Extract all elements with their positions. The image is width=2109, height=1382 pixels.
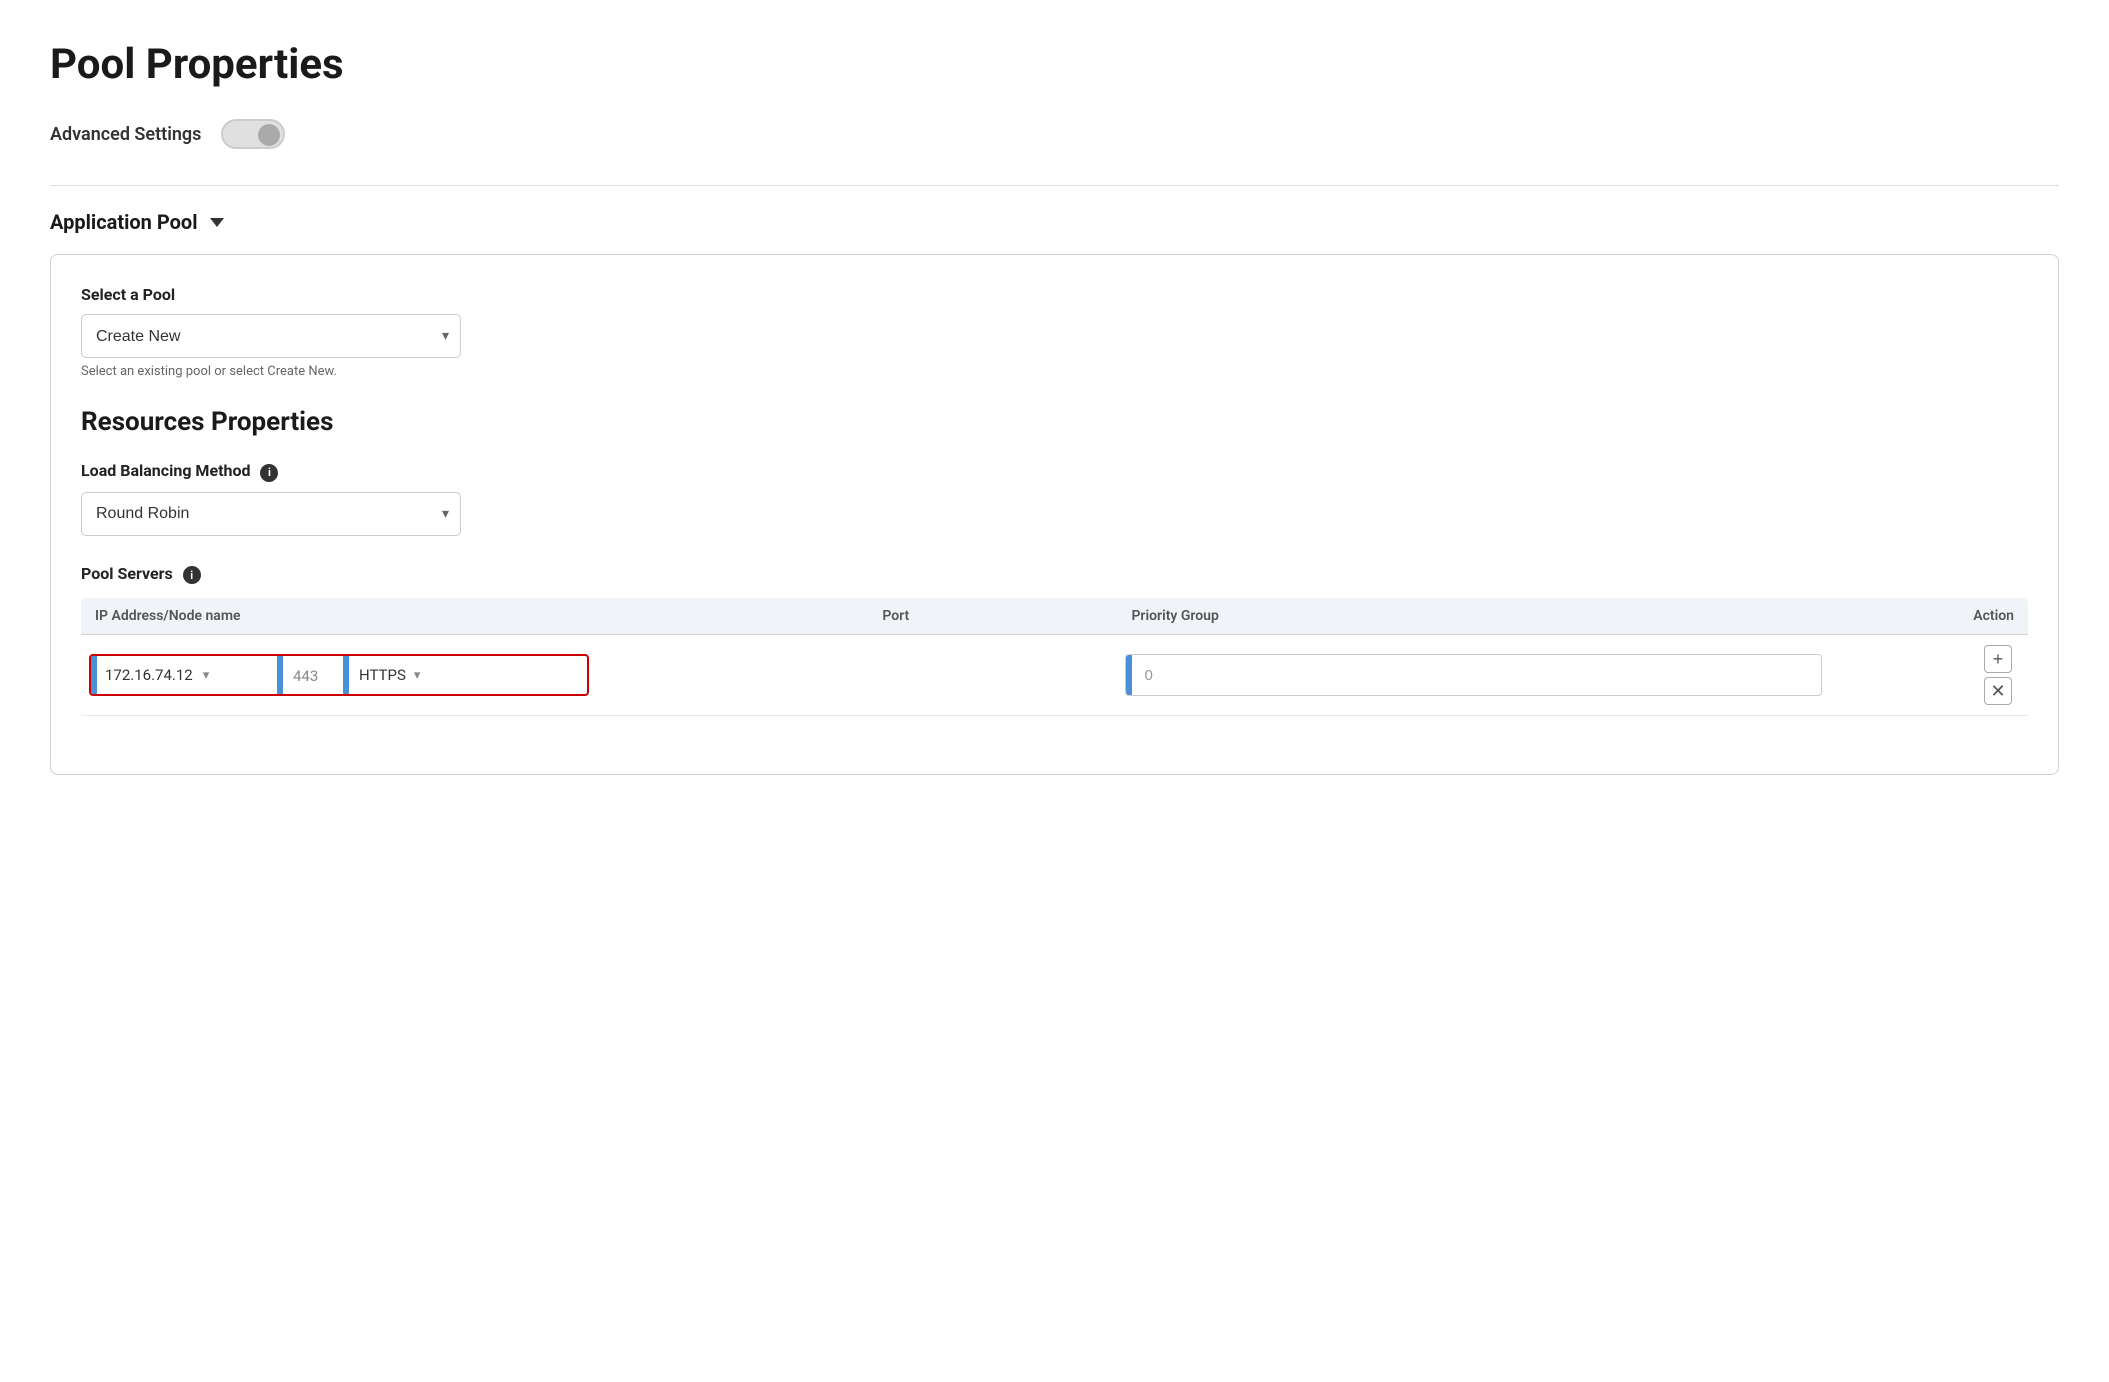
section-divider	[50, 185, 2059, 186]
ip-value: 172.16.74.12	[105, 666, 193, 684]
add-row-button[interactable]: +	[1984, 645, 2012, 673]
application-pool-chevron-icon[interactable]	[210, 218, 224, 227]
table-header: IP Address/Node name Port Priority Group…	[81, 598, 2028, 635]
advanced-settings-row: Advanced Settings	[50, 119, 2059, 149]
advanced-settings-toggle[interactable]	[221, 119, 285, 149]
load-balancing-dropdown[interactable]: Round Robin Least Connections IP Hash We…	[81, 492, 461, 536]
select-pool-label: Select a Pool	[81, 285, 2028, 304]
pool-servers-table: IP Address/Node name Port Priority Group…	[81, 598, 2028, 716]
ip-field: 172.16.74.12 ▾	[97, 666, 277, 684]
pool-servers-label: Pool Servers i	[81, 564, 2028, 585]
pool-panel: Select a Pool Create New Pool 1 Pool 2 ▾…	[50, 254, 2059, 775]
select-pool-group: Select a Pool Create New Pool 1 Pool 2 ▾…	[81, 285, 2028, 379]
load-balancing-info-icon[interactable]: i	[260, 464, 278, 482]
page-title: Pool Properties	[50, 40, 2059, 89]
protocol-field: HTTPS ▾	[349, 666, 430, 684]
application-pool-header: Application Pool	[50, 210, 2059, 234]
priority-input[interactable]	[1132, 661, 1820, 690]
pool-servers-group: Pool Servers i IP Address/Node name Port…	[81, 564, 2028, 717]
load-balancing-label: Load Balancing Method i	[81, 461, 2028, 482]
select-pool-wrapper: Create New Pool 1 Pool 2 ▾	[81, 314, 461, 358]
col-header-ip: IP Address/Node name	[81, 598, 868, 635]
action-buttons: + ✕	[1838, 645, 2020, 705]
table-row: 172.16.74.12 ▾ 443	[81, 635, 2028, 716]
resources-properties-title: Resources Properties	[81, 407, 2028, 437]
pool-servers-info-icon[interactable]: i	[183, 566, 201, 584]
select-pool-dropdown[interactable]: Create New Pool 1 Pool 2	[81, 314, 461, 358]
advanced-settings-label: Advanced Settings	[50, 124, 201, 145]
col-header-action: Action	[1830, 598, 2028, 635]
action-cell: + ✕	[1830, 635, 2028, 716]
load-balancing-group: Load Balancing Method i Round Robin Leas…	[81, 461, 2028, 536]
port-value: 443	[293, 667, 318, 685]
ip-port-cell: 172.16.74.12 ▾ 443	[81, 635, 1117, 716]
application-pool-title: Application Pool	[50, 210, 198, 234]
port-field: 443	[283, 666, 343, 685]
remove-row-button[interactable]: ✕	[1984, 677, 2012, 705]
col-header-port: Port	[868, 598, 1117, 635]
protocol-chevron-icon[interactable]: ▾	[414, 668, 421, 683]
protocol-value: HTTPS	[359, 666, 406, 684]
priority-cell	[1117, 635, 1829, 716]
select-pool-hint: Select an existing pool or select Create…	[81, 364, 2028, 379]
load-balancing-wrapper: Round Robin Least Connections IP Hash We…	[81, 492, 461, 536]
col-header-priority: Priority Group	[1117, 598, 1829, 635]
ip-chevron-icon[interactable]: ▾	[203, 668, 210, 683]
